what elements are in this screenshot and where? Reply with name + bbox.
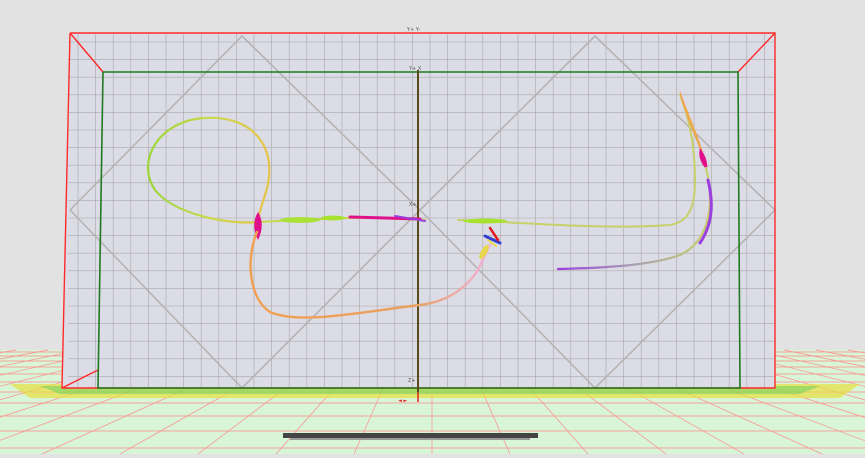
top-axis-label: Y+ Y-	[406, 27, 420, 33]
bottom-axis-label: Z+	[408, 378, 416, 384]
mid-axis-label: X+	[409, 202, 417, 208]
horizontal-scrollbar[interactable]	[283, 433, 538, 440]
3d-viewport[interactable]: Y+ Y- Y+ X X+ Z+ ◄ ►	[0, 0, 865, 455]
scene-canvas[interactable]: Y+ Y- Y+ X X+ Z+ ◄ ►	[0, 0, 865, 455]
bottom-small-label: ◄ ►	[398, 398, 407, 404]
inner-top-axis-label: Y+ X	[408, 66, 422, 72]
